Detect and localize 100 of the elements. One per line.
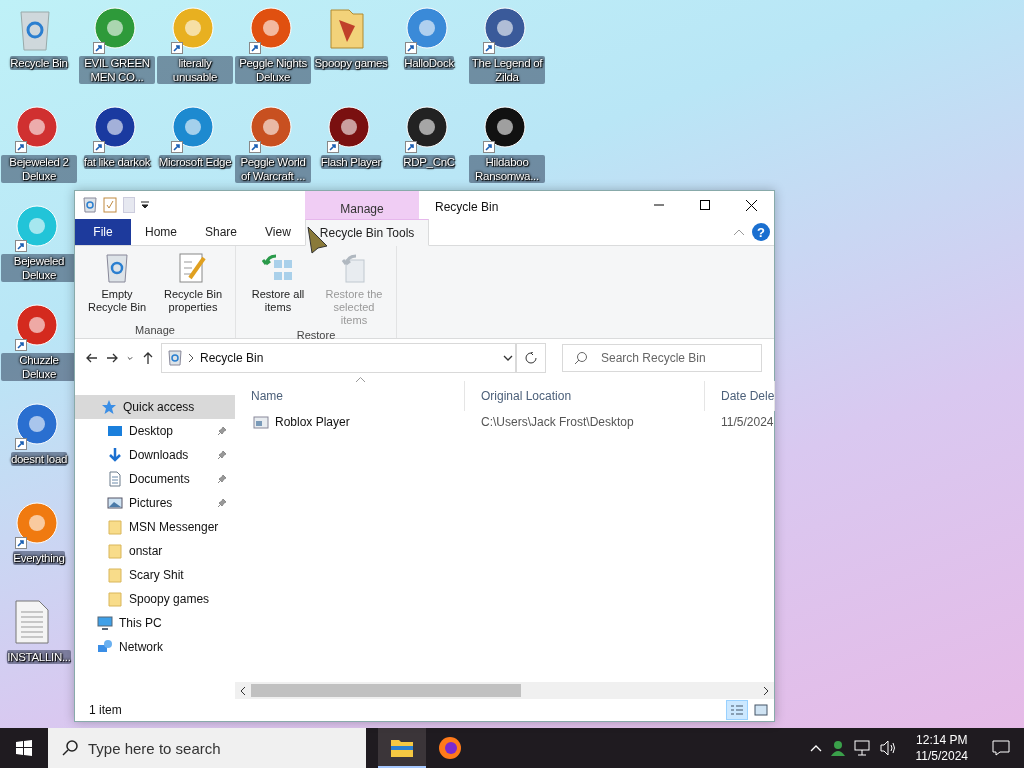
details-list-icon bbox=[730, 704, 744, 716]
properties-icon bbox=[178, 252, 208, 284]
restore-icon bbox=[340, 252, 368, 284]
shortcut-arrow-icon bbox=[405, 42, 417, 54]
nav-item[interactable]: Pictures bbox=[75, 491, 235, 515]
desktop-icon-label: Peggle Nights Deluxe bbox=[235, 56, 311, 84]
taskbar-search-field[interactable]: Type here to search bbox=[48, 728, 366, 768]
desktop-icon-label: The Legend of Zilda bbox=[469, 56, 545, 84]
shortcut-arrow-icon bbox=[249, 42, 261, 54]
column-header[interactable]: Name bbox=[235, 381, 465, 411]
recycle-bin-icon bbox=[104, 252, 130, 284]
up-icon[interactable] bbox=[141, 351, 155, 365]
windows-logo-icon bbox=[16, 740, 32, 756]
shortcut-arrow-icon bbox=[15, 240, 27, 252]
desktop-icon-label: Peggle World of Warcraft ... bbox=[235, 155, 311, 183]
refresh-button[interactable] bbox=[516, 343, 546, 373]
ribbon-button[interactable]: Recycle Bin properties bbox=[155, 250, 231, 324]
shortcut-arrow-icon bbox=[483, 141, 495, 153]
nav-item[interactable]: This PC bbox=[75, 611, 235, 635]
shortcut-arrow-icon bbox=[93, 141, 105, 153]
pin-icon[interactable] bbox=[217, 498, 227, 508]
table-cell-text: C:\Users\Jack Frost\Desktop bbox=[480, 415, 635, 429]
status-text: 1 item bbox=[89, 703, 123, 717]
nav-item[interactable]: Quick access bbox=[75, 395, 235, 419]
help-button[interactable]: ? bbox=[752, 223, 770, 241]
taskbar-app-button[interactable] bbox=[378, 728, 426, 768]
search-field[interactable]: Search Recycle Bin bbox=[562, 344, 762, 372]
chevron-icon bbox=[188, 354, 194, 362]
clock[interactable]: 12:14 PM 11/5/2024 bbox=[905, 732, 978, 764]
nav-item[interactable]: Network bbox=[75, 635, 235, 659]
network-icon bbox=[97, 639, 113, 655]
refresh-icon bbox=[525, 352, 537, 364]
shortcut-arrow-icon bbox=[483, 42, 495, 54]
notifications-icon[interactable] bbox=[992, 740, 1010, 756]
desktop-icon-label: Bejeweled Deluxe bbox=[1, 254, 77, 282]
shortcut-arrow-icon bbox=[405, 141, 417, 153]
folder-icon bbox=[107, 591, 123, 607]
folder-icon bbox=[390, 738, 414, 758]
table-cell-text: 11/5/2024 bbox=[720, 415, 775, 429]
document-icon bbox=[107, 471, 123, 487]
nav-item[interactable]: Scary Shit bbox=[75, 563, 235, 587]
picture-icon bbox=[107, 495, 123, 511]
nav-item[interactable]: Spoopy games bbox=[75, 587, 235, 611]
computer-icon bbox=[97, 615, 113, 631]
pin-icon[interactable] bbox=[217, 474, 227, 484]
recycle-bin-icon bbox=[168, 350, 182, 366]
shortcut-arrow-icon bbox=[171, 141, 183, 153]
program-icon bbox=[253, 414, 269, 430]
app-icon[interactable] bbox=[483, 6, 527, 50]
desktop-icon-label: Bejeweled 2 Deluxe bbox=[1, 155, 77, 183]
nav-item[interactable]: onstar bbox=[75, 539, 235, 563]
pin-icon[interactable] bbox=[217, 450, 227, 460]
folder-icon[interactable] bbox=[327, 6, 367, 50]
shortcut-arrow-icon bbox=[327, 141, 339, 153]
ribbon-button[interactable]: Restore all items bbox=[240, 250, 316, 329]
shortcut-arrow-icon bbox=[15, 141, 27, 153]
folder-icon bbox=[107, 519, 123, 535]
download-arrow-icon bbox=[107, 447, 123, 463]
ribbon-button[interactable]: Empty Recycle Bin bbox=[79, 250, 155, 324]
app-icon[interactable] bbox=[327, 105, 371, 149]
desktop-icon bbox=[107, 423, 123, 439]
pin-icon[interactable] bbox=[217, 426, 227, 436]
app-icon[interactable] bbox=[93, 105, 137, 149]
close-icon bbox=[745, 199, 757, 211]
shortcut-arrow-icon bbox=[171, 42, 183, 54]
person-icon[interactable] bbox=[829, 740, 846, 756]
firefox-icon bbox=[438, 736, 462, 760]
nav-item[interactable]: Desktop bbox=[75, 419, 235, 443]
speaker-icon[interactable] bbox=[879, 740, 898, 756]
ribbon-tab[interactable]: File bbox=[75, 219, 131, 245]
collapse-ribbon-icon[interactable] bbox=[734, 229, 744, 235]
folder-icon bbox=[107, 567, 123, 583]
contextual-tab-group: Manage bbox=[305, 191, 419, 219]
back-icon[interactable] bbox=[85, 351, 99, 365]
chevron-up-icon[interactable] bbox=[809, 744, 822, 752]
shortcut-arrow-icon bbox=[15, 438, 27, 450]
sort-ascending-icon bbox=[356, 377, 365, 382]
minimize-icon bbox=[654, 204, 664, 206]
shortcut-arrow-icon bbox=[15, 339, 27, 351]
app-icon[interactable] bbox=[405, 105, 449, 149]
search-icon bbox=[574, 351, 588, 365]
horizontal-scrollbar[interactable] bbox=[235, 682, 774, 699]
shortcut-arrow-icon bbox=[15, 537, 27, 549]
table-cell: Roblox Player bbox=[235, 414, 465, 430]
network-icon[interactable] bbox=[853, 740, 872, 756]
address-bar[interactable]: Recycle Bin bbox=[161, 343, 516, 373]
desktop-icon-label: EVIL GREEN MEN CO... bbox=[79, 56, 155, 84]
nav-item[interactable]: Documents bbox=[75, 467, 235, 491]
nav-item[interactable]: MSN Messenger bbox=[75, 515, 235, 539]
column-header[interactable]: Date Dele bbox=[705, 381, 775, 411]
shortcut-arrow-icon bbox=[249, 141, 261, 153]
ribbon-group-label: Manage bbox=[135, 324, 175, 336]
recycle-bin-icon bbox=[83, 197, 97, 213]
dropdown-icon[interactable] bbox=[141, 201, 149, 209]
window-title: Recycle Bin bbox=[434, 199, 500, 216]
forward-icon[interactable] bbox=[105, 351, 119, 365]
app-icon[interactable] bbox=[483, 105, 527, 149]
nav-item[interactable]: Downloads bbox=[75, 443, 235, 467]
shortcut-arrow-icon bbox=[93, 42, 105, 54]
column-header[interactable]: Original Location bbox=[465, 381, 705, 411]
